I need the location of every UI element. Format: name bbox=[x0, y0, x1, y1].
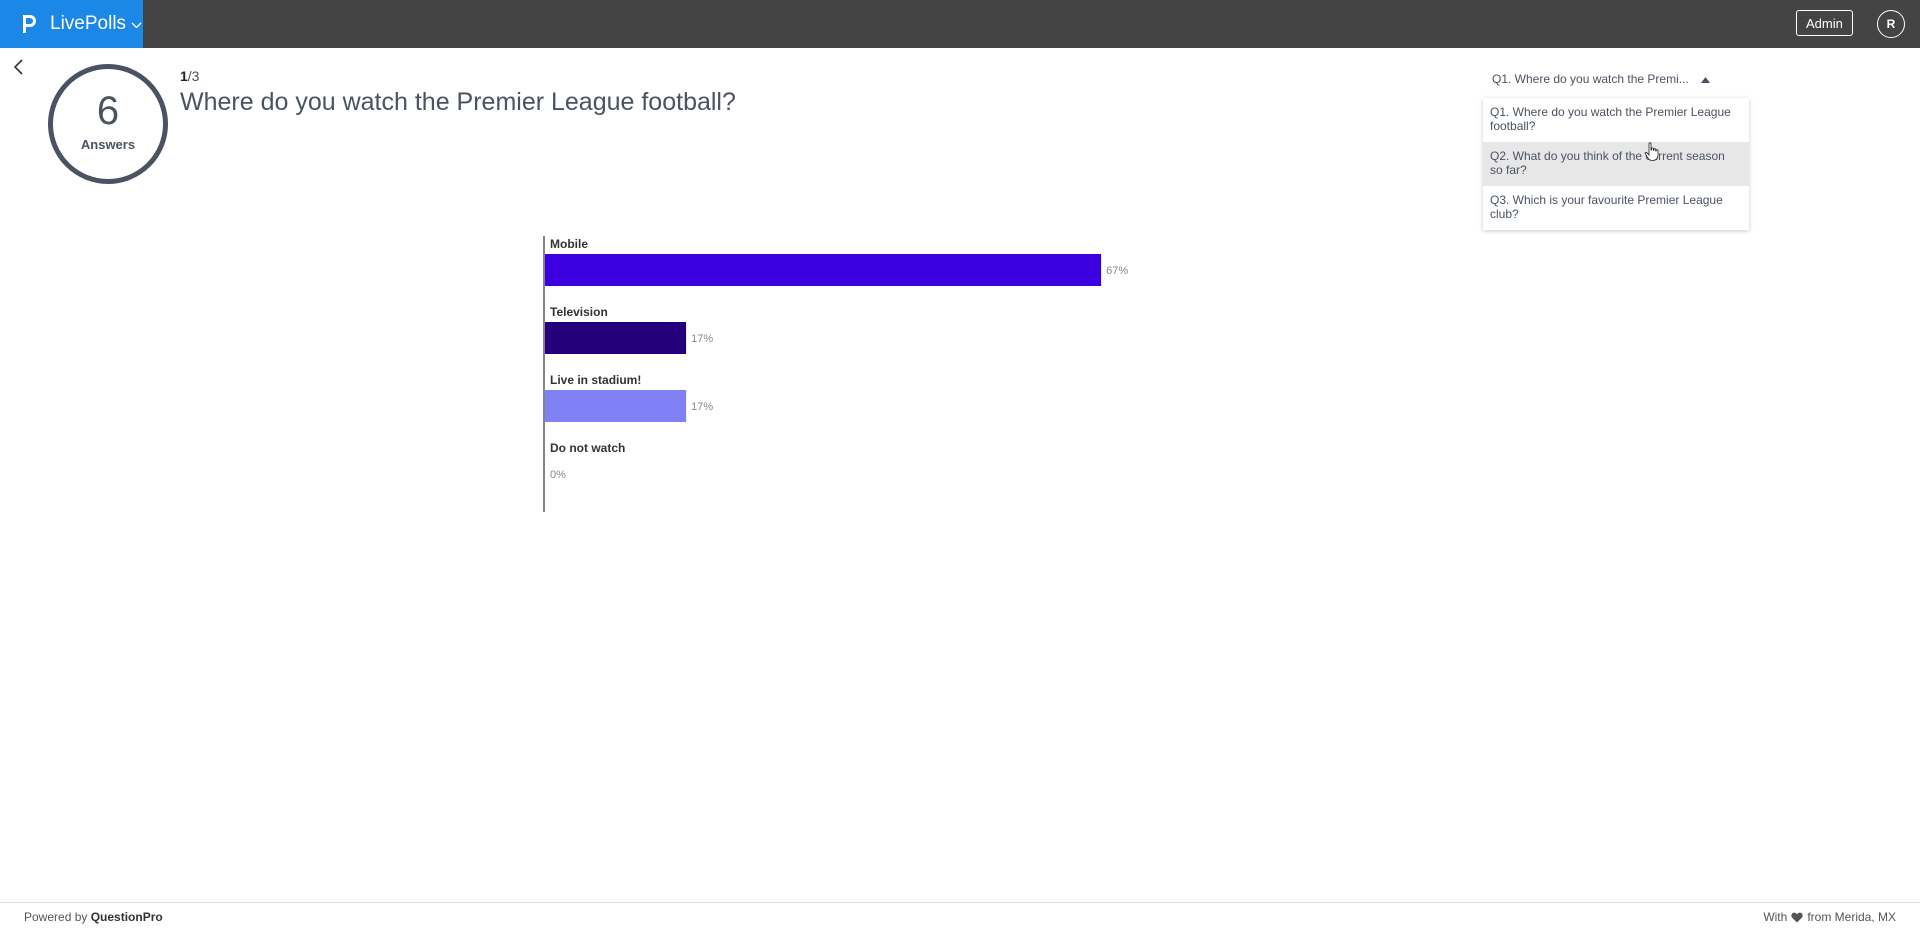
question-position: 1/3 bbox=[180, 68, 199, 84]
category-label: Do not watch bbox=[550, 441, 625, 455]
question-option-1[interactable]: Q1. Where do you watch the Premier Leagu… bbox=[1483, 98, 1749, 142]
category-label: Live in stadium! bbox=[550, 373, 641, 387]
powered-by: Powered by QuestionPro bbox=[24, 910, 163, 924]
category-label: Television bbox=[550, 305, 608, 319]
value-label: 0% bbox=[550, 469, 566, 481]
question-option-1-line2: football? bbox=[1490, 119, 1536, 133]
answers-count: 6 bbox=[96, 89, 120, 133]
powered-prefix: Powered by bbox=[24, 910, 91, 924]
question-option-1-line1: Q1. Where do you watch the Premier Leagu… bbox=[1490, 105, 1731, 119]
value-label: 17% bbox=[691, 333, 713, 345]
bar bbox=[545, 254, 1102, 286]
caret-up-icon[interactable] bbox=[1701, 77, 1710, 83]
question-option-3-line1: Q3. Which is your favourite Premier Leag… bbox=[1490, 193, 1723, 207]
current-question-number: 1 bbox=[180, 68, 188, 84]
question-select[interactable]: Q1. Where do you watch the Premi... bbox=[1492, 72, 1712, 90]
back-arrow-icon[interactable] bbox=[12, 58, 26, 76]
bar bbox=[545, 322, 687, 354]
question-option-2[interactable]: Q2. What do you think of the current sea… bbox=[1483, 142, 1749, 186]
user-avatar[interactable]: R bbox=[1877, 10, 1905, 38]
bar bbox=[545, 390, 687, 422]
admin-button[interactable]: Admin bbox=[1796, 10, 1853, 36]
powered-brand-link[interactable]: QuestionPro bbox=[91, 910, 163, 924]
made-with: With from Merida, MX bbox=[1763, 910, 1896, 924]
total-questions: /3 bbox=[187, 68, 200, 84]
footer: Powered by QuestionPro With from Merida,… bbox=[0, 902, 1920, 933]
app-switcher[interactable]: LivePolls bbox=[0, 0, 143, 48]
made-with-prefix: With bbox=[1763, 910, 1788, 924]
app-name: LivePolls bbox=[50, 13, 127, 34]
question-option-2-line2: so far? bbox=[1490, 163, 1527, 177]
hand-cursor-icon bbox=[1644, 142, 1659, 161]
chevron-down-icon bbox=[131, 22, 142, 29]
question-option-2-line1: Q2. What do you think of the current sea… bbox=[1490, 149, 1725, 163]
answers-counter: 6 Answers bbox=[48, 64, 168, 184]
question-option-3[interactable]: Q3. Which is your favourite Premier Leag… bbox=[1483, 186, 1749, 230]
logo-icon bbox=[23, 15, 36, 33]
value-label: 17% bbox=[691, 401, 713, 413]
value-label: 67% bbox=[1106, 265, 1128, 277]
question-option-3-line2: club? bbox=[1490, 207, 1519, 221]
answers-label: Answers bbox=[80, 137, 136, 152]
category-label: Mobile bbox=[550, 237, 588, 251]
question-dropdown-menu: Q1. Where do you watch the Premier Leagu… bbox=[1483, 98, 1749, 230]
heart-icon bbox=[1791, 912, 1803, 922]
results-chart: Mobile 67% Television 17% Live in stadium! 17… bbox=[543, 236, 1128, 512]
made-with-suffix: from Merida, MX bbox=[1807, 910, 1896, 924]
question-title: Where do you watch the Premier League fo… bbox=[180, 88, 736, 116]
top-bar: LivePolls Admin R bbox=[0, 0, 1920, 48]
